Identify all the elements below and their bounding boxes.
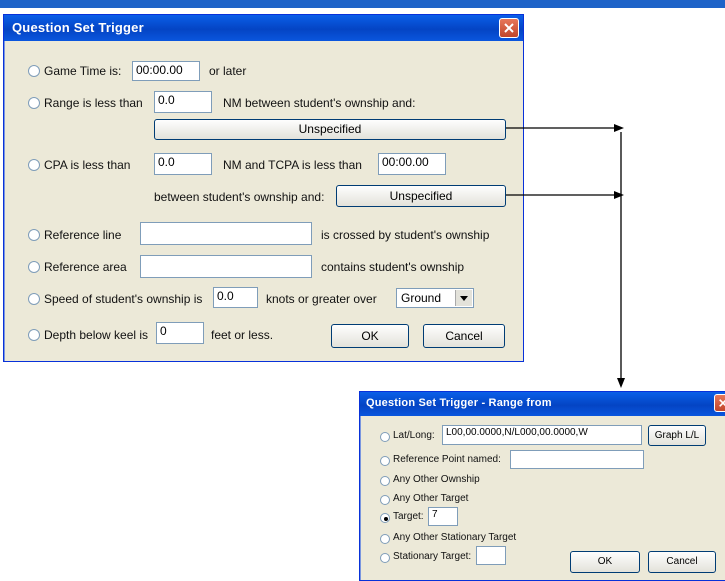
reference-point-label: Reference Point named: xyxy=(393,454,501,465)
range-title-bar: Question Set Trigger - Range from xyxy=(360,392,725,416)
latlong-label: Lat/Long: xyxy=(393,430,435,441)
target-field[interactable]: 7 xyxy=(428,507,458,526)
range-dialog-title: Question Set Trigger - Range from xyxy=(366,397,552,409)
any-other-target-label: Any Other Target xyxy=(393,493,469,504)
target-label: Target: xyxy=(393,511,424,522)
latlong-field[interactable]: L00,00.0000,N/L000,00.0000,W xyxy=(442,425,642,445)
target-radio[interactable] xyxy=(380,513,390,523)
latlong-radio[interactable] xyxy=(380,432,390,442)
stationary-target-radio[interactable] xyxy=(380,553,390,563)
any-other-stationary-label: Any Other Stationary Target xyxy=(393,532,517,543)
reference-point-radio[interactable] xyxy=(380,456,390,466)
range-from-dialog: Question Set Trigger - Range from Lat/Lo… xyxy=(359,391,725,581)
range-close-button[interactable] xyxy=(714,394,725,412)
reference-point-field[interactable] xyxy=(510,450,644,469)
any-other-ownship-radio[interactable] xyxy=(380,476,390,486)
close-icon xyxy=(719,399,725,407)
stationary-target-label: Stationary Target: xyxy=(393,551,472,562)
stationary-target-field[interactable] xyxy=(476,546,506,565)
range-ok-button[interactable]: OK xyxy=(570,551,640,573)
any-other-stationary-radio[interactable] xyxy=(380,534,390,544)
range-cancel-button[interactable]: Cancel xyxy=(648,551,716,573)
graph-ll-button[interactable]: Graph L/L xyxy=(648,425,706,446)
any-other-ownship-label: Any Other Ownship xyxy=(393,474,480,485)
any-other-target-radio[interactable] xyxy=(380,495,390,505)
